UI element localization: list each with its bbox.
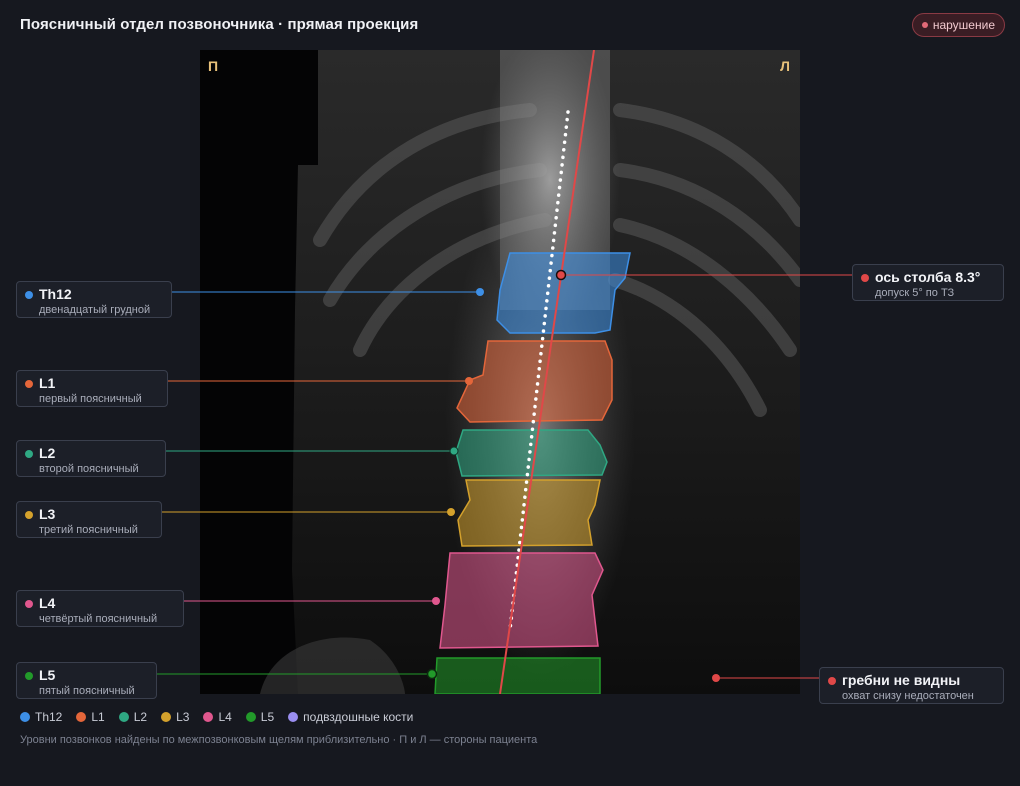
label-th12-desc: двенадцатый грудной (39, 304, 151, 316)
xray-image-viewport[interactable]: П Л (200, 50, 800, 694)
l1-color-dot-icon (25, 380, 33, 388)
patient-left-marker: Л (780, 58, 790, 74)
footnote: Уровни позвонков найдены по межпозвонков… (20, 734, 538, 746)
legend-item-l1: L1 (76, 710, 105, 724)
label-l5-name: L5 (39, 667, 56, 683)
patient-right-marker: П (208, 58, 219, 74)
th12-color-dot-icon (25, 291, 33, 299)
label-th12[interactable]: Th12 двенадцатый грудной (16, 281, 172, 318)
axis-warning-dot-icon (861, 274, 869, 282)
label-l4-name: L4 (39, 595, 56, 611)
legend-item-th12: Th12 (20, 710, 62, 724)
label-l3-desc: третий поясничный (39, 524, 138, 536)
legend-item-iliac: подвздошные кости (288, 710, 413, 724)
page-title: Поясничный отдел позвоночника · прямая п… (20, 16, 419, 33)
crests-desc: охват снизу недостаточен (842, 690, 974, 702)
label-l5[interactable]: L5 пятый поясничный (16, 662, 157, 699)
label-l2[interactable]: L2 второй поясничный (16, 440, 166, 477)
alert-dot-icon (921, 22, 928, 28)
crests-title: гребни не видны (842, 672, 961, 688)
legend-iliac-label: подвздошные кости (303, 710, 414, 724)
l5-color-dot-icon (25, 672, 33, 680)
legend-item-l4: L4 (203, 710, 232, 724)
legend-l1-label: L1 (91, 710, 105, 724)
legend-l5-swatch-icon (245, 712, 256, 722)
legend-l1-swatch-icon (76, 712, 87, 722)
label-l3[interactable]: L3 третий поясничный (16, 501, 162, 538)
legend-item-l2: L2 (118, 710, 148, 724)
legend-l2-swatch-icon (118, 712, 129, 722)
axis-tolerance-text: допуск 5° по ТЗ (875, 287, 955, 299)
legend-item-l3: L3 (161, 710, 189, 724)
legend-th12-swatch-icon (20, 712, 30, 722)
label-l1[interactable]: L1 первый поясничный (16, 370, 168, 407)
crests-warning-dot-icon (828, 677, 836, 685)
callout-axis-angle[interactable]: ось столба 8.3° допуск 5° по ТЗ (852, 264, 1004, 301)
xray-image (200, 50, 800, 694)
label-th12-name: Th12 (39, 286, 72, 302)
label-l1-name: L1 (39, 375, 56, 391)
legend-l2-label: L2 (133, 710, 148, 724)
status-badge-label: нарушение (932, 18, 995, 32)
axis-angle-value: ось столба 8.3° (875, 269, 981, 285)
label-l2-desc: второй поясничный (39, 463, 139, 475)
l3-color-dot-icon (25, 511, 33, 519)
legend-l4-swatch-icon (203, 712, 214, 722)
status-badge: нарушение (911, 13, 1005, 37)
vertebra-l5-mask[interactable] (434, 657, 601, 694)
legend: Th12 L1 L2 L3 L4 L5 подвздошные кости (20, 710, 413, 724)
l4-color-dot-icon (25, 600, 33, 608)
legend-iliac-swatch-icon (288, 712, 299, 722)
legend-l4-label: L4 (218, 710, 232, 724)
label-l1-desc: первый поясничный (39, 393, 142, 405)
label-l5-desc: пятый поясничный (39, 685, 135, 697)
vertebra-l4-mask[interactable] (439, 552, 604, 649)
legend-th12-label: Th12 (35, 710, 63, 724)
legend-l3-swatch-icon (161, 712, 172, 722)
label-l4-desc: четвёртый поясничный (39, 613, 158, 625)
label-l3-name: L3 (39, 506, 56, 522)
legend-l3-label: L3 (176, 710, 190, 724)
l2-color-dot-icon (25, 450, 33, 458)
label-l2-name: L2 (39, 445, 56, 461)
legend-item-l5: L5 (245, 710, 275, 724)
legend-l5-label: L5 (260, 710, 275, 724)
label-l4[interactable]: L4 четвёртый поясничный (16, 590, 184, 627)
callout-iliac-crests[interactable]: гребни не видны охват снизу недостаточен (819, 667, 1004, 704)
